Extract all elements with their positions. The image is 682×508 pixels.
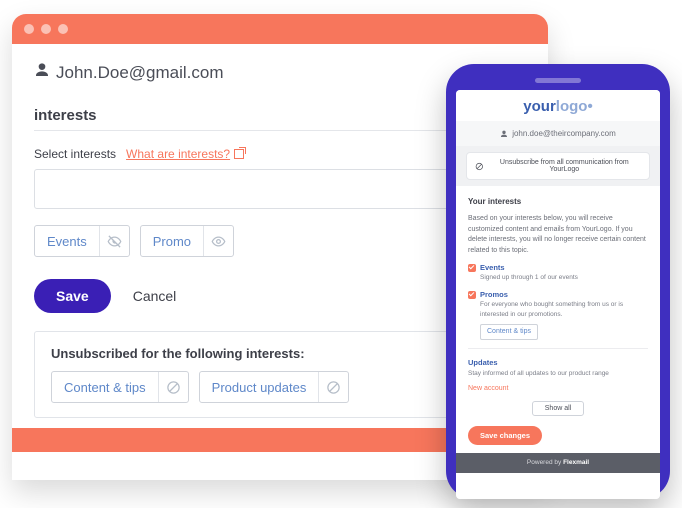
eye-off-icon[interactable]: [99, 226, 129, 256]
interest-subtext: For everyone who bought something from u…: [480, 300, 648, 320]
your-interests-heading: Your interests: [468, 196, 648, 208]
interest-updates[interactable]: Updates Stay informed of all updates to …: [468, 357, 648, 378]
blocked-icon: [475, 162, 484, 171]
phone-body: Your interests Based on your interests b…: [456, 186, 660, 499]
phone-speaker: [535, 78, 581, 83]
powered-by-footer: Powered by Flexmail: [456, 453, 660, 473]
interest-title: Events: [480, 262, 505, 273]
chip-label: Content & tips: [52, 374, 158, 401]
new-account-link[interactable]: New account: [468, 384, 648, 395]
unsubscribe-all-button[interactable]: Unsubscribe from all communication from …: [466, 152, 650, 180]
chip-label: Product updates: [200, 374, 319, 401]
person-icon: [500, 130, 508, 138]
what-are-interests-link[interactable]: What are interests?: [126, 147, 244, 161]
interests-description: Based on your interests below, you will …: [468, 214, 648, 256]
save-button[interactable]: Save: [34, 279, 111, 313]
interest-title: Promos: [480, 289, 508, 300]
interest-promos[interactable]: Promos For everyone who bought something…: [468, 289, 648, 340]
chip-label: Promo: [141, 228, 203, 255]
content-tips-pill[interactable]: Content & tips: [480, 324, 538, 341]
eye-icon[interactable]: [203, 226, 233, 256]
window-control-dot[interactable]: [41, 24, 51, 34]
footer-text: Powered by: [527, 459, 563, 466]
interest-subtext: Stay informed of all updates to our prod…: [468, 369, 648, 379]
window-titlebar: [12, 14, 548, 44]
brand-logo: yourlogo•: [466, 98, 650, 115]
window-control-dot[interactable]: [24, 24, 34, 34]
phone-email-text: john.doe@theircompany.com: [512, 129, 616, 138]
blocked-icon[interactable]: [158, 372, 188, 402]
help-link-text: What are interests?: [126, 147, 230, 161]
footer-brand: Flexmail: [563, 459, 589, 466]
logo-part-b: logo: [556, 98, 588, 115]
interest-events[interactable]: Events Signed up through 1 of our events: [468, 262, 648, 283]
blocked-icon[interactable]: [318, 372, 348, 402]
phone-email-bar: john.doe@theircompany.com: [456, 121, 660, 146]
chip-promo[interactable]: Promo: [140, 225, 234, 257]
person-icon: [34, 62, 50, 83]
cancel-button[interactable]: Cancel: [133, 288, 177, 304]
window-control-dot[interactable]: [58, 24, 68, 34]
chip-content-tips[interactable]: Content & tips: [51, 371, 189, 403]
user-email: John.Doe@gmail.com: [56, 63, 224, 83]
interest-subtext: Signed up through 1 of our events: [480, 273, 648, 283]
chip-label: Events: [35, 228, 99, 255]
logo-dot: •: [587, 98, 592, 115]
divider: [468, 348, 648, 349]
unsubscribe-text: Unsubscribe from all communication from …: [488, 159, 641, 173]
select-interests-label: Select interests: [34, 147, 116, 161]
phone-frame: yourlogo• john.doe@theircompany.com Unsu…: [446, 64, 670, 499]
chip-events[interactable]: Events: [34, 225, 130, 257]
logo-part-a: your: [523, 98, 556, 115]
chip-product-updates[interactable]: Product updates: [199, 371, 350, 403]
external-link-icon: [234, 149, 244, 159]
phone-screen: yourlogo• john.doe@theircompany.com Unsu…: [456, 90, 660, 499]
save-changes-button[interactable]: Save changes: [468, 426, 542, 445]
interest-title: Updates: [468, 357, 498, 368]
checkbox-checked-icon[interactable]: [468, 291, 476, 299]
show-all-button[interactable]: Show all: [532, 401, 584, 416]
phone-header-card: yourlogo•: [456, 90, 660, 121]
checkbox-checked-icon[interactable]: [468, 264, 476, 272]
unsubscribed-heading: Unsubscribed for the following interests…: [51, 346, 509, 361]
